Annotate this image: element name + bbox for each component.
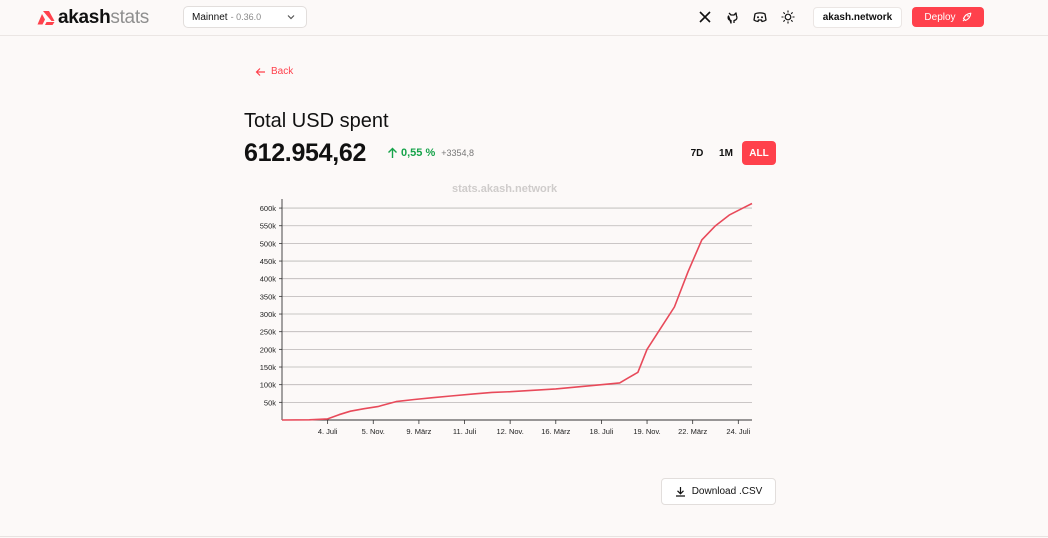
arrow-up-icon <box>388 147 397 158</box>
metric-value: 612.954,62 <box>244 139 367 167</box>
akash-logo-icon <box>37 11 55 25</box>
y-tick-label-7: 400k <box>260 275 277 284</box>
y-tick-label-6: 350k <box>260 292 277 301</box>
change-absolute: +3354,8 <box>441 148 475 158</box>
y-tick-label-10: 550k <box>260 222 277 231</box>
discord-icon[interactable] <box>752 9 768 25</box>
download-icon <box>675 487 685 497</box>
back-link[interactable]: Back <box>255 66 293 77</box>
rocket-icon <box>962 12 971 21</box>
y-tick-label-0: 50k <box>264 398 276 407</box>
x-tick-label-9: 24. Juli <box>726 427 750 436</box>
x-tick-label-6: 18. Juli <box>590 427 614 436</box>
range-1m-button[interactable]: 1M <box>713 141 739 165</box>
y-tick-label-1: 100k <box>260 381 277 390</box>
x-tick-label-7: 19. Nov. <box>633 427 660 436</box>
network-name: Mainnet <box>192 11 228 23</box>
back-label: Back <box>271 66 294 77</box>
x-icon[interactable] <box>697 9 713 25</box>
deploy-label: Deploy <box>924 11 956 23</box>
x-tick-label-3: 11. Juli <box>453 427 477 436</box>
y-tick-label-5: 300k <box>260 310 277 319</box>
x-tick-label-8: 22. März <box>678 427 707 436</box>
y-tick-label-4: 250k <box>260 328 277 337</box>
y-tick-label-9: 500k <box>260 239 277 248</box>
chart-watermark: stats.akash.network <box>452 183 558 195</box>
x-tick-label-5: 16. März <box>541 427 570 436</box>
y-tick-label-2: 150k <box>260 363 277 372</box>
x-tick-label-1: 5. Nov. <box>362 427 385 436</box>
change-percent: 0,55 % <box>401 147 436 159</box>
range-7d-button[interactable]: 7D <box>684 141 710 165</box>
chevron-down-icon <box>287 15 295 20</box>
usd-spent-chart: 50k 100k 150k 200k 250k 300k 350k 400k 450k 500k 5… <box>260 199 753 436</box>
network-version: - 0.36.0 <box>230 12 262 22</box>
metric-change: 0,55 % +3354,8 <box>387 147 474 159</box>
y-tick-label-8: 450k <box>260 257 277 266</box>
y-tick-label-11: 600k <box>260 204 277 213</box>
range-all-button[interactable]: ALL <box>742 141 776 165</box>
theme-toggle-icon[interactable] <box>780 9 796 25</box>
x-tick-label-0: 4. Juli <box>318 427 338 436</box>
y-tick-label-3: 200k <box>260 345 277 354</box>
github-icon[interactable] <box>724 9 740 25</box>
akash-network-link[interactable]: akash.network <box>813 7 902 28</box>
arrow-left-icon <box>255 67 265 76</box>
download-label: Download .CSV <box>691 486 763 497</box>
deploy-button[interactable]: Deploy <box>912 7 984 27</box>
bottom-divider <box>0 536 1048 537</box>
page-title: Total USD spent <box>244 110 389 132</box>
top-bar: akashstats Mainnet - 0.36.0 akash.networ… <box>0 0 1048 36</box>
x-tick-label-2: 9. März <box>406 427 431 436</box>
x-tick-label-4: 12. Nov. <box>496 427 523 436</box>
logo-text: akashstats <box>58 7 149 28</box>
network-select[interactable]: Mainnet - 0.36.0 <box>183 6 307 28</box>
logo[interactable]: akashstats <box>37 7 149 29</box>
series-line <box>281 202 753 421</box>
download-csv-button[interactable]: Download .CSV <box>661 478 776 505</box>
